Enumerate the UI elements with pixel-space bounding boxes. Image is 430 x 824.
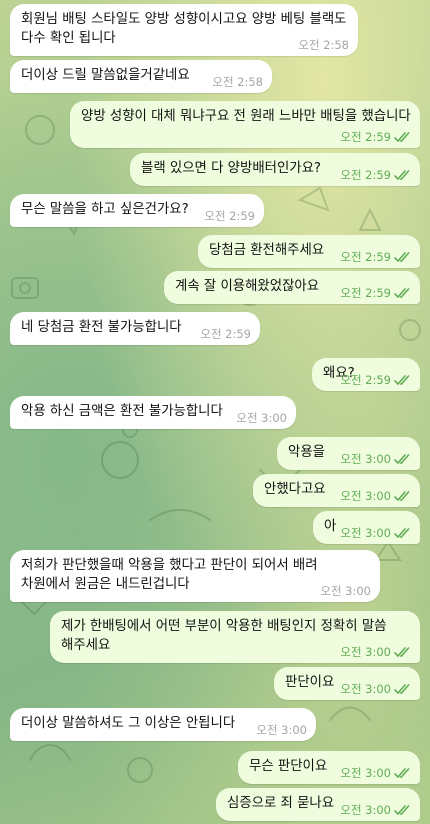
message-meta: 오전 3:00: [340, 682, 411, 696]
read-receipt-icon: [394, 528, 410, 538]
outgoing-message-bubble[interactable]: 무슨 판단이요 오전 3:00: [238, 751, 420, 784]
outgoing-message-bubble[interactable]: 블랙 있으면 다 양방배터인가요? 오전 2:59: [130, 153, 420, 186]
outgoing-message-bubble[interactable]: 당첨금 환전해주세요 오전 2:59: [198, 235, 420, 268]
outgoing-message-bubble[interactable]: 계속 잘 이용해왔었잖아요 오전 2:59: [164, 271, 420, 304]
message-time: 오전 2:59: [200, 327, 251, 341]
message-time: 오전 3:00: [340, 452, 391, 466]
message-time: 오전 2:59: [340, 168, 391, 182]
message-time: 오전 3:00: [340, 645, 391, 659]
message-meta: 오전 3:00: [340, 803, 411, 817]
message-time: 오전 3:00: [320, 584, 371, 598]
message-meta: 오전 2:59: [340, 168, 411, 182]
message-meta: 오전 3:00: [340, 766, 411, 780]
message-meta: 오전 3:00: [236, 411, 287, 425]
message-meta: 오전 3:00: [320, 584, 371, 598]
outgoing-message-bubble[interactable]: 안했다고요 오전 3:00: [253, 474, 420, 507]
message-time: 오전 3:00: [340, 682, 391, 696]
read-receipt-icon: [394, 252, 410, 262]
read-receipt-icon: [394, 288, 410, 298]
message-meta: 오전 2:59: [204, 209, 255, 223]
message-time: 오전 3:00: [340, 766, 391, 780]
read-receipt-icon: [394, 491, 410, 501]
message-meta: 오전 2:59: [340, 250, 411, 264]
message-meta: 오전 3:00: [340, 526, 411, 540]
incoming-message-bubble[interactable]: 회원님 배팅 스타일도 양방 성향이시고요 양방 베팅 블랙도 다수 확인 됩니다…: [10, 4, 358, 56]
message-time: 오전 3:00: [236, 411, 287, 425]
incoming-message-bubble[interactable]: 저희가 판단했을때 악용을 했다고 판단이 되어서 배려 차원에서 원금은 내드린…: [10, 550, 380, 602]
message-time: 오전 2:59: [340, 250, 391, 264]
outgoing-message-bubble[interactable]: 악용을 오전 3:00: [277, 437, 420, 470]
outgoing-message-bubble[interactable]: 판단이요 오전 3:00: [274, 667, 420, 700]
message-meta: 오전 2:59: [340, 373, 411, 387]
incoming-message-bubble[interactable]: 네 당첨금 환전 불가능합니다 오전 2:59: [10, 312, 260, 345]
message-meta: 오전 3:00: [256, 723, 307, 737]
message-time: 오전 3:00: [340, 803, 391, 817]
message-time: 오전 2:59: [340, 373, 391, 387]
incoming-message-bubble[interactable]: 무슨 말씀을 하고 싶은건가요? 오전 2:59: [10, 194, 264, 227]
read-receipt-icon: [394, 768, 410, 778]
message-time: 오전 2:58: [298, 38, 349, 52]
message-time: 오전 3:00: [340, 489, 391, 503]
outgoing-message-bubble[interactable]: 왜요? 오전 2:59: [312, 358, 420, 391]
message-time: 오전 2:59: [340, 130, 391, 144]
message-meta: 오전 3:00: [340, 645, 411, 659]
read-receipt-icon: [394, 375, 410, 385]
message-meta: 오전 2:58: [212, 75, 263, 89]
message-meta: 오전 2:59: [340, 286, 411, 300]
incoming-message-bubble[interactable]: 더이상 드릴 말씀없을거같네요 오전 2:58: [10, 60, 272, 93]
message-time: 오전 2:59: [340, 286, 391, 300]
message-meta: 오전 3:00: [340, 452, 411, 466]
read-receipt-icon: [394, 132, 410, 142]
message-meta: 오전 2:58: [298, 38, 349, 52]
message-time: 오전 3:00: [340, 526, 391, 540]
message-meta: 오전 2:59: [200, 327, 251, 341]
message-meta: 오전 2:59: [340, 130, 411, 144]
read-receipt-icon: [394, 170, 410, 180]
message-text: 저희가 판단했을때 악용을 했다고 판단이 되어서 배려 차원에서 원금은 내드린…: [21, 558, 318, 592]
message-text: 양방 성향이 대체 뭐냐구요 전 원래 느바만 배팅을 했습니다: [81, 109, 411, 124]
message-time: 오전 2:59: [204, 209, 255, 223]
outgoing-message-bubble[interactable]: 양방 성향이 대체 뭐냐구요 전 원래 느바만 배팅을 했습니다오전 2:59: [70, 101, 420, 148]
read-receipt-icon: [394, 647, 410, 657]
outgoing-message-bubble[interactable]: 제가 한배팅에서 어떤 부분이 악용한 배팅인지 정확히 말씀 해주세요 오전 3:…: [50, 611, 420, 663]
outgoing-message-bubble[interactable]: 아 오전 3:00: [313, 511, 420, 544]
read-receipt-icon: [394, 805, 410, 815]
read-receipt-icon: [394, 684, 410, 694]
message-time: 오전 3:00: [256, 723, 307, 737]
message-meta: 오전 3:00: [340, 489, 411, 503]
incoming-message-bubble[interactable]: 악용 하신 금액은 환전 불가능합니다 오전 3:00: [10, 396, 296, 429]
message-time: 오전 2:58: [212, 75, 263, 89]
incoming-message-bubble[interactable]: 더이상 말씀하셔도 그 이상은 안됩니다 오전 3:00: [10, 708, 316, 741]
outgoing-message-bubble[interactable]: 심증으로 죄 묻나요 오전 3:00: [216, 788, 420, 821]
read-receipt-icon: [394, 454, 410, 464]
